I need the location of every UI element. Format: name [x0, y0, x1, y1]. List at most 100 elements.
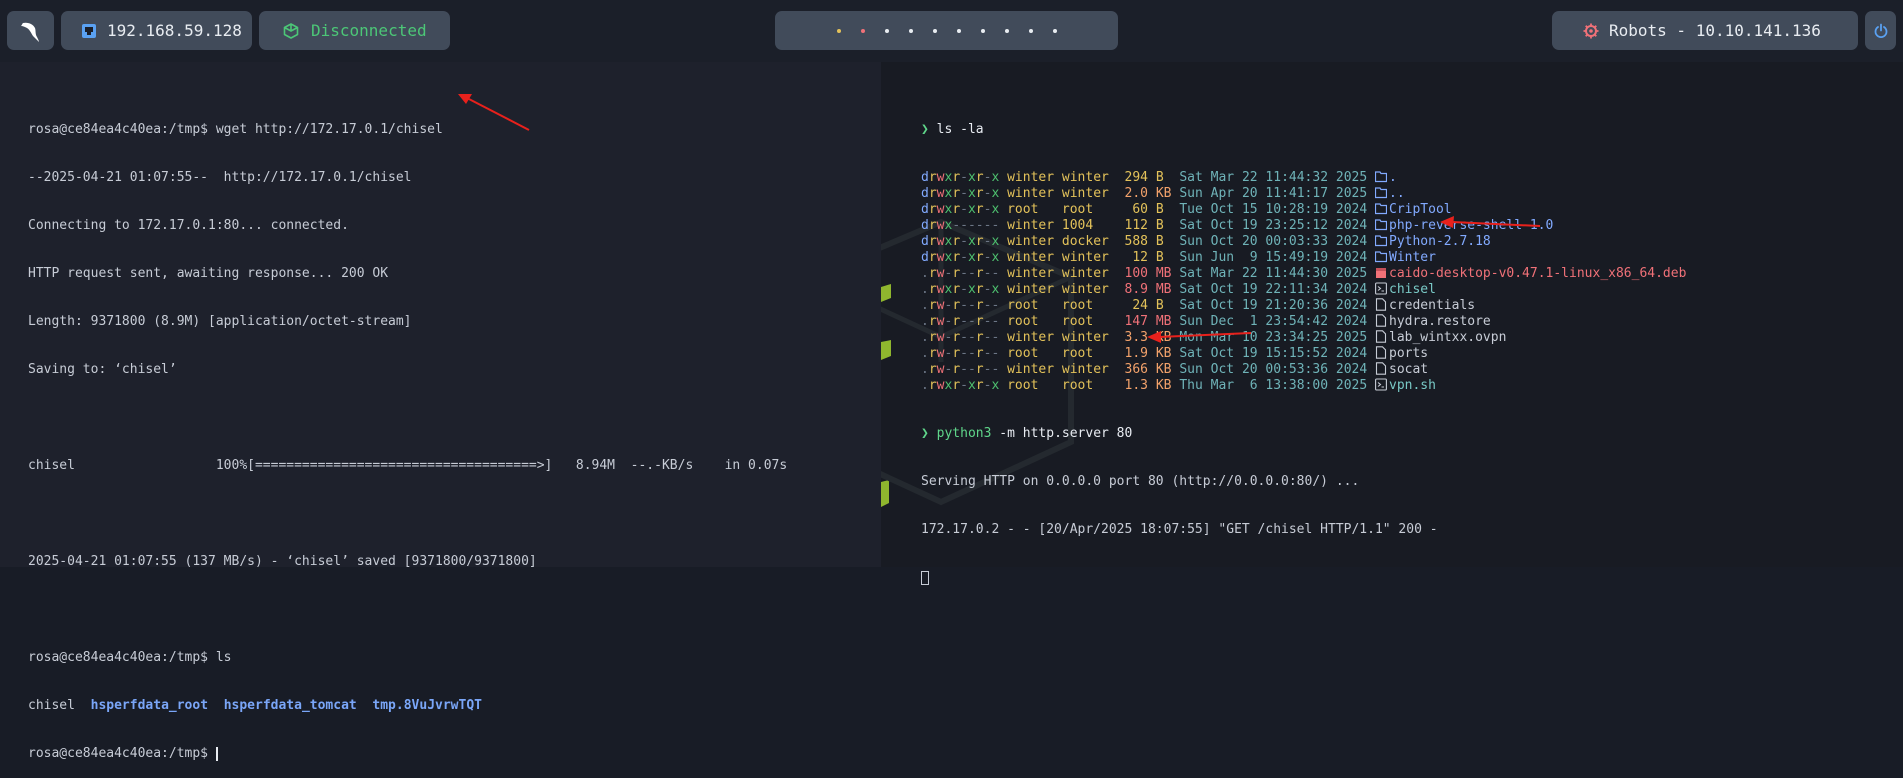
annotation-arrow	[458, 94, 530, 131]
modified-date: Tue Oct 15 10:28:19 2024	[1179, 202, 1368, 217]
workspace-dot-marker	[1052, 28, 1057, 33]
owner: winter	[1007, 186, 1055, 201]
target-text: Robots - 10.10.141.136	[1609, 21, 1821, 40]
python-command-line: ❯ python3 -m http.server 80	[921, 426, 1686, 442]
top-bar: 192.168.59.128 Disconnected Robots - 10.…	[0, 0, 1903, 62]
file-name[interactable]: ports	[1389, 346, 1428, 361]
terminal-file-icon	[1375, 378, 1387, 391]
owner: root	[1007, 378, 1055, 393]
size-unit: MB	[1155, 282, 1172, 297]
workspace-dot[interactable]	[899, 28, 923, 33]
group: root	[1061, 346, 1109, 361]
workspace-dot[interactable]	[827, 28, 851, 33]
file-name[interactable]: caido-desktop-v0.47.1-linux_x86_64.deb	[1389, 266, 1686, 281]
owner: root	[1007, 346, 1055, 361]
workspace-dot[interactable]	[1043, 28, 1067, 33]
command-text: ls	[208, 650, 232, 665]
workspace-dot-marker	[932, 28, 937, 33]
owner: root	[1007, 298, 1055, 313]
listing-row: .rw-r--r-- winter winter 366 KB Sun Oct …	[921, 362, 1686, 378]
local-ip-widget[interactable]: 192.168.59.128	[61, 11, 252, 50]
target-widget[interactable]: Robots - 10.10.141.136	[1552, 11, 1858, 50]
file-name[interactable]: ..	[1389, 186, 1405, 201]
listing-row: drwxr-xr-x winter winter 294 B Sat Mar 2…	[921, 170, 1686, 186]
modified-date: Sat Mar 22 11:44:32 2025	[1179, 170, 1368, 185]
workspace-dot[interactable]	[851, 28, 875, 33]
folder-icon	[1375, 219, 1387, 231]
listing-row: .rw-r--r-- root root 24 B Sat Oct 19 21:…	[921, 298, 1686, 314]
progress-line: chisel 100%[============================…	[28, 458, 788, 473]
listing-row: drwxr-xr-x root root 60 B Tue Oct 15 10:…	[921, 202, 1686, 218]
server-log-line: 172.17.0.2 - - [20/Apr/2025 18:07:55] "G…	[921, 522, 1438, 537]
workspace-dot[interactable]	[875, 28, 899, 33]
size-unit: KB	[1155, 186, 1172, 201]
target-gear-icon	[1583, 23, 1599, 38]
vpn-status-widget[interactable]: Disconnected	[259, 11, 450, 50]
file-name[interactable]: socat	[1389, 362, 1428, 377]
file-name[interactable]: .	[1389, 170, 1397, 185]
modified-date: Sun Oct 20 00:53:36 2024	[1179, 362, 1368, 377]
vpn-status-text: Disconnected	[311, 21, 427, 40]
file-icon	[1375, 362, 1387, 375]
modified-date: Sun Apr 20 11:41:17 2025	[1179, 186, 1368, 201]
power-button[interactable]	[1865, 11, 1896, 50]
owner: winter	[1007, 234, 1055, 249]
output-line: Connecting to 172.17.0.1:80... connected…	[28, 218, 349, 233]
wget-command-line: rosa@ce84ea4c40ea:/tmp$ wget http://172.…	[28, 122, 787, 138]
workspace-dot[interactable]	[1019, 28, 1043, 33]
size-unit: B	[1155, 170, 1172, 185]
shell-prompt: rosa@ce84ea4c40ea:/tmp$	[28, 746, 209, 761]
file-size: 3.3	[1116, 330, 1149, 345]
owner: winter	[1007, 170, 1055, 185]
prompt-line[interactable]	[921, 570, 1686, 586]
workspace-dot[interactable]	[971, 28, 995, 33]
permissions: drwxr-xr-x	[921, 170, 1000, 185]
listing-row: .rw-r--r-- root root 1.9 KB Sat Oct 19 1…	[921, 346, 1686, 362]
file-icon	[1375, 330, 1387, 343]
file-name[interactable]: vpn.sh	[1389, 378, 1436, 393]
power-icon	[1874, 23, 1887, 38]
output-line: Saving to: ‘chisel’	[28, 362, 177, 377]
file-size: 2.0	[1116, 186, 1149, 201]
workspace-dot[interactable]	[923, 28, 947, 33]
group: winter	[1061, 362, 1109, 377]
group: 1004	[1061, 218, 1109, 233]
file-size: 8.9	[1116, 282, 1149, 297]
listing-row: .rwxr-xr-x root root 1.3 KB Thu Mar 6 13…	[921, 378, 1686, 394]
workspace-dot[interactable]	[995, 28, 1019, 33]
group: winter	[1061, 250, 1109, 265]
file-icon	[1375, 346, 1387, 359]
workspace-dot-marker	[884, 28, 889, 33]
file-size: 12	[1116, 250, 1149, 265]
ls-command-line: ❯ ls -la	[921, 122, 1686, 138]
workspace-switcher[interactable]	[775, 11, 1118, 50]
file-name[interactable]: credentials	[1389, 298, 1475, 313]
file-name[interactable]: hydra.restore	[1389, 314, 1491, 329]
file-name[interactable]: Python-2.7.18	[1389, 234, 1491, 249]
command-args: -m http.server 80	[991, 426, 1133, 441]
permissions: drwxr-xr-x	[921, 234, 1000, 249]
size-unit: KB	[1155, 378, 1172, 393]
file-size: 147	[1116, 314, 1149, 329]
modified-date: Sat Oct 19 23:25:12 2024	[1179, 218, 1368, 233]
permissions: .rw-r--r--	[921, 330, 1000, 345]
workspace-dot[interactable]	[947, 28, 971, 33]
size-unit: B	[1155, 202, 1172, 217]
listing-row: .rwxr-xr-x winter winter 8.9 MB Sat Oct …	[921, 282, 1686, 298]
cube-icon	[283, 22, 299, 39]
size-unit: B	[1155, 234, 1172, 249]
prompt-line[interactable]: rosa@ce84ea4c40ea:/tmp$	[28, 746, 787, 762]
modified-date: Sun Oct 20 00:03:33 2024	[1179, 234, 1368, 249]
file-name[interactable]: lab_wintxx.ovpn	[1389, 330, 1506, 345]
menu-button[interactable]	[7, 11, 54, 50]
file-name[interactable]: Winter	[1389, 250, 1436, 265]
permissions: .rw-r--r--	[921, 314, 1000, 329]
file-name[interactable]: chisel	[1389, 282, 1436, 297]
group: root	[1061, 202, 1109, 217]
permissions: drwxr-xr-x	[921, 202, 1000, 217]
ls-dir: tmp.8VuJvrwTQT	[372, 698, 482, 713]
permissions: drwx------	[921, 218, 1000, 233]
